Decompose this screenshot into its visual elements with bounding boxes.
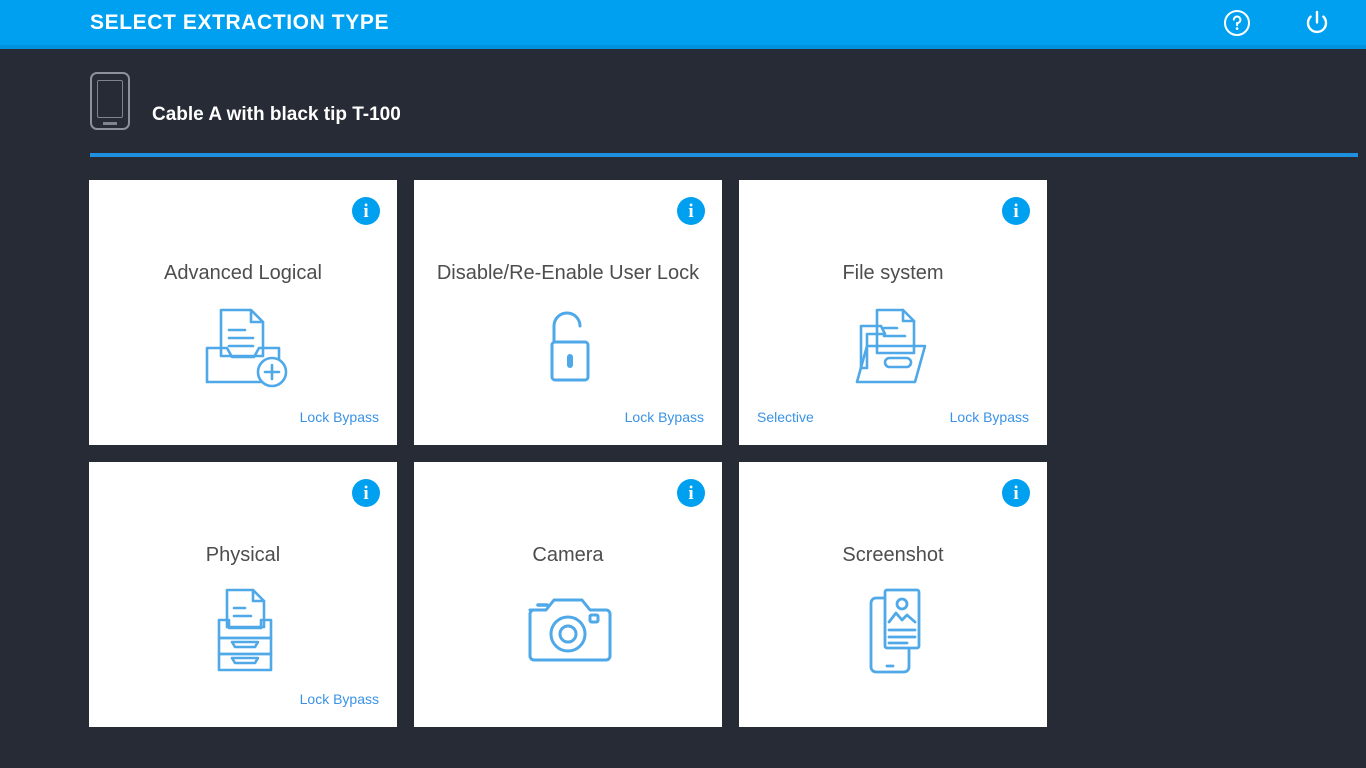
header-accent-line <box>0 45 1366 49</box>
device-name-label: Cable A with black tip T-100 <box>152 104 401 125</box>
extraction-card-file-system[interactable]: i File system Selective Lock Bypass <box>739 180 1047 445</box>
open-padlock-icon <box>414 300 722 396</box>
app-header: SELECT EXTRACTION TYPE <box>0 0 1366 45</box>
device-info: Cable A with black tip T-100 <box>90 72 401 130</box>
info-icon[interactable]: i <box>352 197 380 225</box>
mobile-device-icon <box>90 72 130 130</box>
extraction-card-advanced-logical[interactable]: i Advanced Logical Lock Bypass <box>89 180 397 445</box>
card-tag-right: Lock Bypass <box>299 409 379 425</box>
info-icon[interactable]: i <box>677 479 705 507</box>
extraction-card-disable-re-enable-user-lock[interactable]: i Disable/Re-Enable User Lock Lock Bypas… <box>414 180 722 445</box>
extraction-card-camera[interactable]: i Camera <box>414 462 722 727</box>
document-in-tray-add-icon <box>89 300 397 396</box>
section-divider <box>90 153 1358 157</box>
card-tag-right: Lock Bypass <box>299 691 379 707</box>
card-title: Disable/Re-Enable User Lock <box>436 262 700 284</box>
info-icon[interactable]: i <box>1002 479 1030 507</box>
card-tag-left: Selective <box>757 409 814 425</box>
info-icon[interactable]: i <box>677 197 705 225</box>
info-icon[interactable]: i <box>352 479 380 507</box>
card-title: Advanced Logical <box>164 262 322 284</box>
extraction-type-grid: i Advanced Logical Lock Bypass i Disable… <box>89 180 1358 727</box>
card-tag-right: Lock Bypass <box>949 409 1029 425</box>
help-circle-icon[interactable] <box>1222 8 1252 38</box>
device-home-button <box>103 122 117 125</box>
open-folder-document-icon <box>739 300 1047 396</box>
card-title: Camera <box>532 544 604 566</box>
page-title: SELECT EXTRACTION TYPE <box>90 10 390 34</box>
card-title: File system <box>842 262 944 284</box>
phone-screenshot-icon <box>739 582 1047 678</box>
power-icon[interactable] <box>1302 8 1332 38</box>
card-title: Physical <box>205 544 281 566</box>
card-title: Screenshot <box>842 544 944 566</box>
info-icon[interactable]: i <box>1002 197 1030 225</box>
card-tag-right: Lock Bypass <box>624 409 704 425</box>
extraction-card-physical[interactable]: i Physical Lock Bypass <box>89 462 397 727</box>
camera-icon <box>414 582 722 678</box>
device-screen <box>97 80 123 118</box>
file-drawers-icon <box>89 582 397 678</box>
extraction-card-screenshot[interactable]: i Screenshot <box>739 462 1047 727</box>
header-actions <box>1222 0 1332 45</box>
